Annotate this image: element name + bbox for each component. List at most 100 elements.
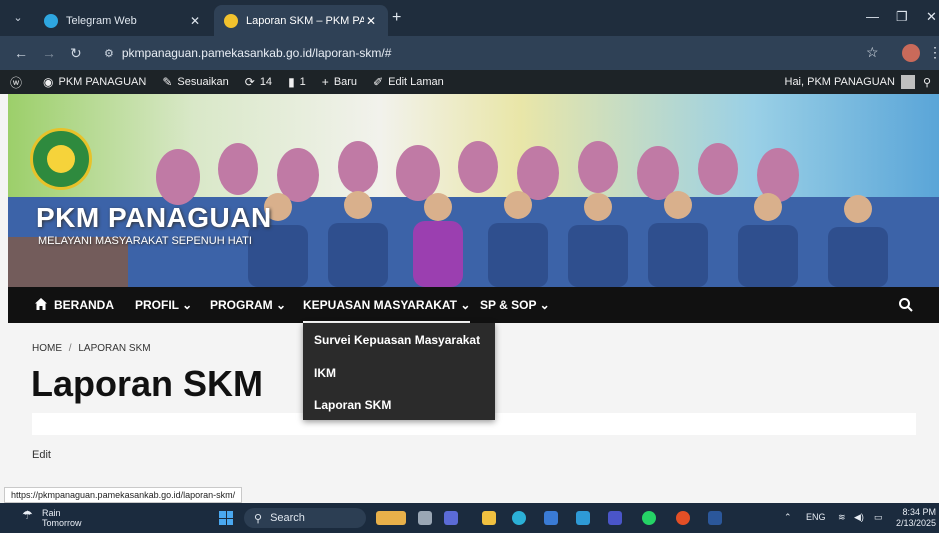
nav-sp-sop-label: SP & SOP: [480, 298, 537, 312]
breadcrumb: HOME / LAPORAN SKM: [32, 343, 151, 354]
url-text: pkmpanaguan.pamekasankab.go.id/laporan-s…: [121, 46, 392, 60]
tray-chevron-icon[interactable]: ⌃: [784, 512, 792, 523]
file-explorer-icon[interactable]: [482, 511, 496, 525]
weather-sub: Tomorrow: [42, 518, 82, 528]
wp-updates-count: 14: [259, 76, 273, 88]
volume-icon[interactable]: ◀): [854, 512, 864, 523]
site-info-icon[interactable]: ⚙: [104, 47, 114, 60]
app-icon[interactable]: [576, 511, 590, 525]
tab-telegram[interactable]: Telegram Web ✕: [34, 5, 212, 36]
status-url-tooltip: https://pkmpanaguan.pamekasankab.go.id/l…: [4, 487, 243, 503]
site-favicon-icon: [224, 13, 238, 28]
search-icon: ⚲: [254, 512, 263, 525]
rain-cloud-icon: ☂: [22, 508, 33, 522]
wp-comments-count: 1: [299, 76, 306, 88]
windows-taskbar: ☂ Rain Tomorrow ⚲ Search ⌃ ENG ≋ ◀) ▭ 8:…: [0, 503, 939, 533]
dashboard-icon: ◉: [43, 75, 54, 89]
teams-icon[interactable]: [444, 511, 458, 525]
restore-icon[interactable]: ❐: [896, 9, 908, 25]
wp-greeting[interactable]: Hai, PKM PANAGUAN: [785, 76, 895, 88]
wifi-icon[interactable]: ≋: [838, 512, 846, 523]
edge-icon[interactable]: [512, 511, 526, 525]
pencil-icon: ✐: [373, 75, 384, 89]
wordpress-logo-icon[interactable]: ⓦ: [10, 74, 27, 91]
tab-label: Telegram Web: [66, 14, 137, 27]
wp-customize-label: Sesuaikan: [177, 76, 229, 88]
wp-updates[interactable]: ⟳ 14: [245, 75, 272, 89]
nav-profil[interactable]: PROFIL ⌄: [135, 287, 192, 323]
wp-new[interactable]: + Baru: [322, 75, 357, 89]
nav-kepuasan-masyarakat[interactable]: KEPUASAN MASYARAKAT ⌄: [303, 287, 471, 323]
chrome-icon[interactable]: [676, 511, 690, 525]
widgets-icon[interactable]: [376, 511, 406, 525]
whatsapp-icon[interactable]: [642, 511, 656, 525]
puskesmas-logo-icon[interactable]: [30, 128, 92, 190]
minimize-icon[interactable]: —: [866, 9, 879, 24]
site-title[interactable]: PKM PANAGUAN: [36, 202, 272, 234]
wp-customize[interactable]: ✎ Sesuaikan: [162, 75, 228, 89]
wp-admin-bar: ⓦ ◉ PKM PANAGUAN ✎ Sesuaikan ⟳ 14 ▮ 1 + …: [0, 70, 939, 94]
updates-icon: ⟳: [244, 75, 255, 89]
taskbar-search[interactable]: ⚲ Search: [244, 508, 366, 528]
wp-user-avatar[interactable]: [900, 75, 915, 89]
address-bar: ← → ↻ ⚙ pkmpanaguan.pamekasankab.go.id/l…: [0, 36, 939, 70]
windows-start-icon[interactable]: [219, 511, 233, 525]
menu-kebab-icon[interactable]: ⋮: [928, 44, 939, 61]
menu-item-survei[interactable]: Survei Kepuasan Masyarakat: [314, 333, 480, 347]
window-close-icon[interactable]: ✕: [926, 9, 937, 25]
word-icon[interactable]: [708, 511, 722, 525]
search-icon[interactable]: [898, 297, 914, 313]
wp-edit-page-label: Edit Laman: [388, 76, 444, 88]
nav-sp-sop[interactable]: SP & SOP ⌄: [480, 287, 550, 323]
tab-laporan-skm[interactable]: Laporan SKM – PKM PANAGUAN ✕: [214, 5, 388, 36]
profile-avatar[interactable]: [902, 44, 920, 62]
nav-profil-label: PROFIL: [135, 298, 179, 312]
brush-icon: ✎: [162, 75, 173, 89]
nav-kepuasan-label: KEPUASAN MASYARAKAT: [303, 298, 458, 312]
chevron-down-icon: ⌄: [182, 298, 193, 312]
wp-site-name-label: PKM PANAGUAN: [58, 76, 147, 88]
edit-link[interactable]: Edit: [32, 449, 51, 461]
photos-icon[interactable]: [608, 511, 622, 525]
comment-icon: ▮: [288, 75, 295, 89]
chevron-down-icon: ⌄: [276, 298, 287, 312]
close-icon[interactable]: ✕: [188, 14, 202, 28]
home-icon[interactable]: [34, 297, 48, 311]
back-icon[interactable]: ←: [14, 45, 28, 61]
wp-edit-page[interactable]: ✐ Edit Laman: [373, 75, 444, 89]
page-title: Laporan SKM: [31, 363, 264, 404]
nav-program[interactable]: PROGRAM ⌄: [210, 287, 286, 323]
new-tab-icon[interactable]: +: [392, 9, 401, 27]
plus-icon: +: [321, 75, 329, 89]
main-navigation: BERANDA PROFIL ⌄ PROGRAM ⌄ KEPUASAN MASY…: [8, 287, 939, 323]
wp-comments[interactable]: ▮ 1: [288, 75, 306, 89]
search-icon[interactable]: ⚲: [923, 76, 931, 89]
task-view-icon[interactable]: [418, 511, 432, 525]
tab-label: Laporan SKM – PKM PANAGUAN: [246, 14, 364, 27]
header-banner: PKM PANAGUAN MELAYANI MASYARAKAT SEPENUH…: [8, 94, 939, 287]
breadcrumb-separator: /: [68, 343, 72, 354]
wp-new-label: Baru: [333, 76, 358, 88]
nav-beranda[interactable]: BERANDA: [54, 287, 114, 323]
breadcrumb-home[interactable]: HOME: [32, 343, 62, 354]
kepuasan-dropdown-menu: Survei Kepuasan Masyarakat IKM Laporan S…: [303, 323, 495, 420]
store-icon[interactable]: [544, 511, 558, 525]
forward-icon[interactable]: →: [42, 45, 56, 61]
language-indicator[interactable]: ENG: [806, 512, 826, 522]
clock-time: 8:34 PM: [902, 507, 936, 517]
bookmark-star-icon[interactable]: ☆: [866, 44, 879, 61]
tab-search-icon[interactable]: ⌄: [10, 10, 26, 26]
clock[interactable]: 8:34 PM 2/13/2025: [896, 507, 936, 529]
battery-icon[interactable]: ▭: [874, 512, 883, 523]
menu-item-ikm[interactable]: IKM: [314, 366, 336, 380]
reload-icon[interactable]: ↻: [70, 45, 82, 62]
wp-site-name[interactable]: ◉ PKM PANAGUAN: [43, 75, 146, 89]
site-tagline: MELAYANI MASYARAKAT SEPENUH HATI: [38, 235, 252, 247]
menu-item-laporan-skm[interactable]: Laporan SKM: [314, 398, 391, 412]
taskbar-search-label: Search: [270, 512, 305, 524]
clock-date: 2/13/2025: [896, 518, 937, 528]
close-icon[interactable]: ✕: [364, 14, 378, 28]
breadcrumb-current: LAPORAN SKM: [78, 343, 151, 354]
url-input[interactable]: ⚙ pkmpanaguan.pamekasankab.go.id/laporan…: [96, 41, 896, 65]
chevron-down-icon: ⌄: [539, 298, 550, 312]
